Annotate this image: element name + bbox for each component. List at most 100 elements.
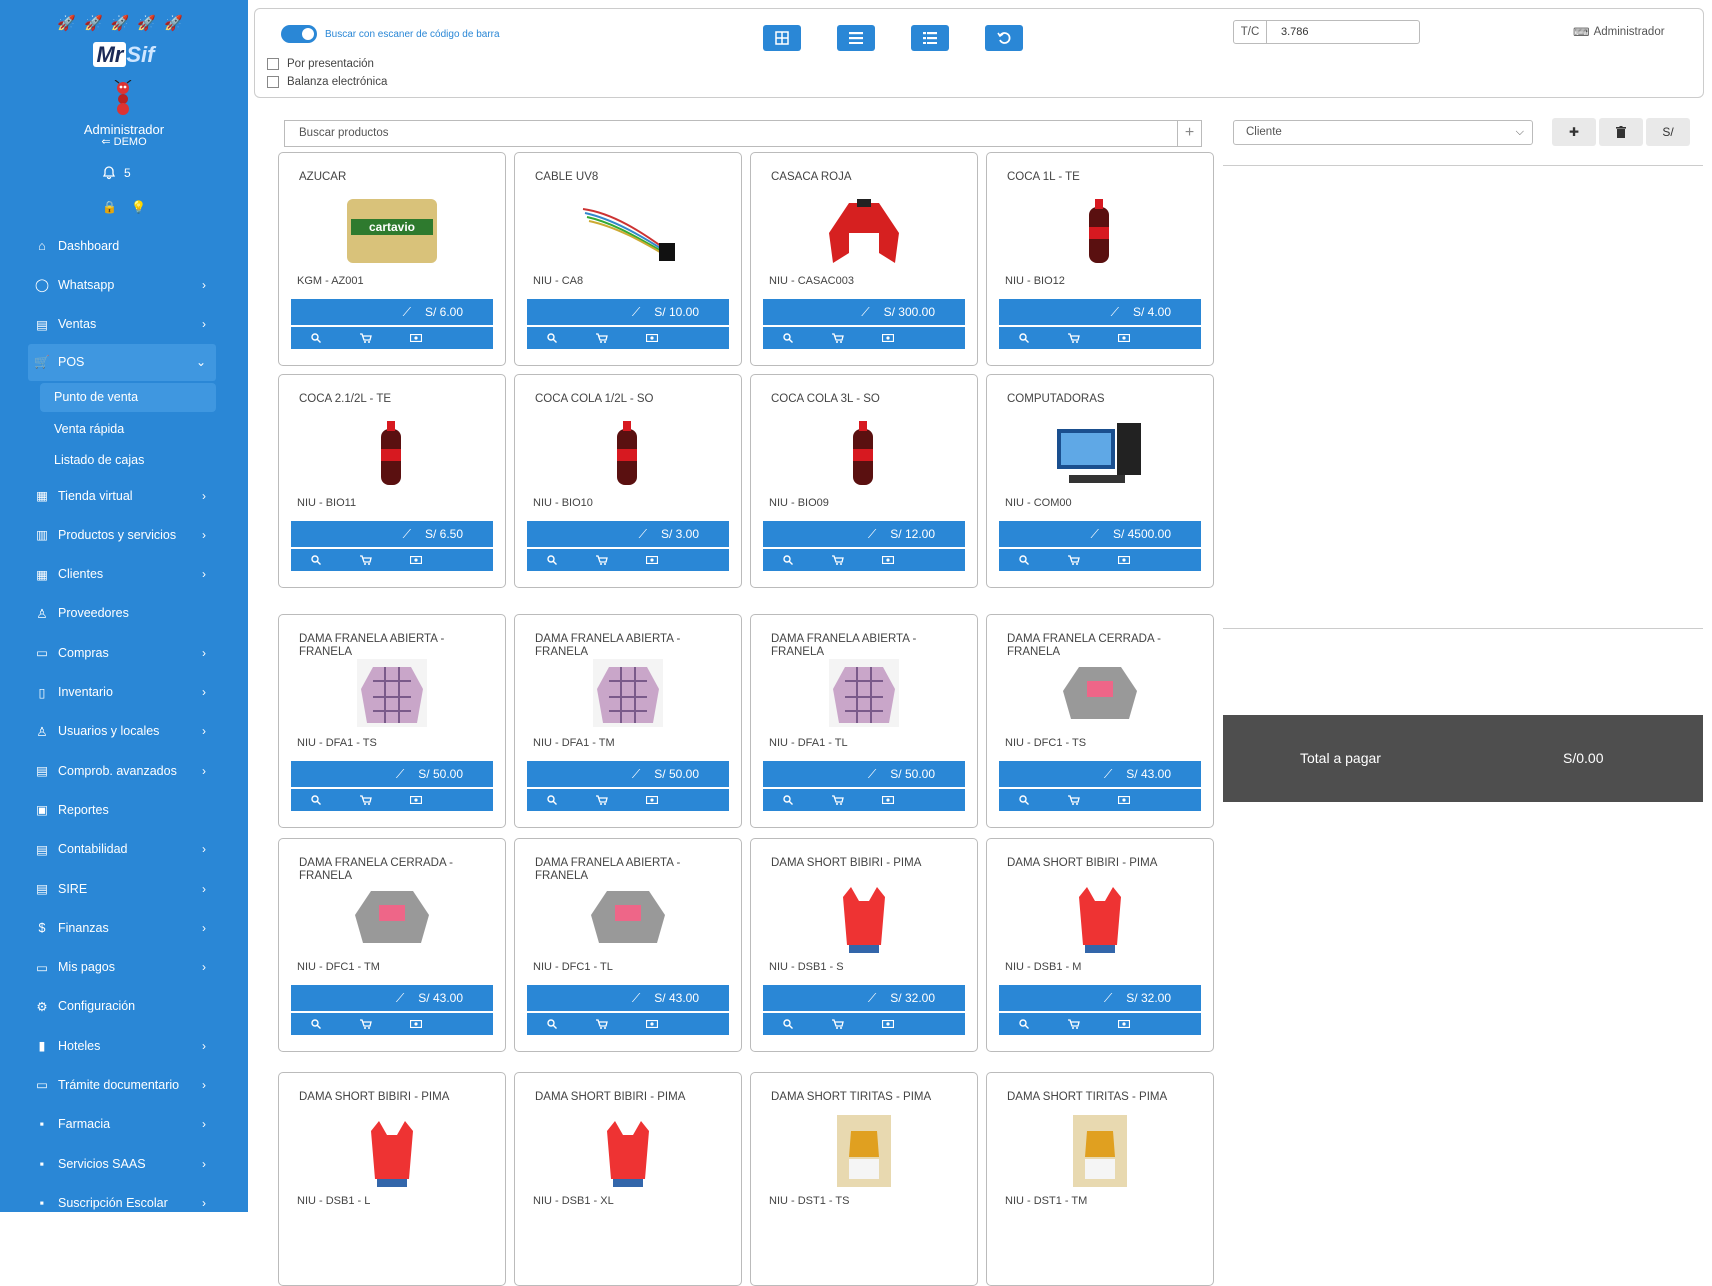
sidebar-item-servicios-saas[interactable]: ▪ Servicios SAAS › bbox=[0, 1144, 248, 1183]
product-card[interactable]: COCA COLA 1/2L - SO NIU - BIO10 ⟋ S/ 3.00 bbox=[514, 374, 742, 588]
product-search-input[interactable]: Buscar productos bbox=[284, 120, 1178, 147]
money-icon[interactable] bbox=[863, 796, 913, 804]
search-icon[interactable] bbox=[527, 1019, 577, 1029]
cart-icon[interactable] bbox=[577, 555, 627, 565]
sidebar-subitem-venta-r-pida[interactable]: Venta rápida bbox=[0, 414, 248, 445]
list-view-button[interactable] bbox=[837, 25, 875, 51]
sidebar-item-mis-pagos[interactable]: ▭ Mis pagos › bbox=[0, 947, 248, 986]
client-select[interactable]: Cliente ⌵ bbox=[1233, 120, 1533, 145]
sidebar-item-configuraci-n[interactable]: ⚙ Configuración bbox=[0, 987, 248, 1026]
sidebar-item-pos[interactable]: 🛒 POS ⌄ bbox=[28, 343, 216, 381]
checkbox-box[interactable] bbox=[267, 58, 279, 70]
by-presentation-checkbox[interactable]: Por presentación bbox=[267, 58, 374, 70]
search-icon[interactable] bbox=[527, 333, 577, 343]
money-icon[interactable] bbox=[391, 796, 441, 804]
product-price-bar[interactable]: ⟋ S/ 12.00 bbox=[763, 521, 965, 547]
product-price-bar[interactable]: ⟋ S/ 10.00 bbox=[527, 299, 729, 325]
money-icon[interactable] bbox=[1099, 796, 1149, 804]
product-price-bar[interactable]: ⟋ S/ 300.00 bbox=[763, 299, 965, 325]
product-card[interactable]: DAMA SHORT TIRITAS - PIMA NIU - DST1 - TM bbox=[986, 1072, 1214, 1286]
search-icon[interactable] bbox=[763, 555, 813, 565]
notifications[interactable]: 5 bbox=[102, 166, 131, 180]
money-icon[interactable] bbox=[391, 1020, 441, 1028]
cart-icon[interactable] bbox=[813, 1019, 863, 1029]
sidebar-subitem-punto-de-venta[interactable]: Punto de venta bbox=[40, 382, 216, 412]
sidebar-item-clientes[interactable]: ▦ Clientes › bbox=[0, 554, 248, 593]
sidebar-item-proveedores[interactable]: ♙ Proveedores bbox=[0, 594, 248, 633]
money-icon[interactable] bbox=[863, 556, 913, 564]
lightbulb-icon[interactable]: 💡 bbox=[131, 200, 146, 214]
cart-icon[interactable] bbox=[1049, 555, 1099, 565]
product-price-bar[interactable]: ⟋ S/ 6.00 bbox=[291, 299, 493, 325]
cart-icon[interactable] bbox=[813, 333, 863, 343]
cart-icon[interactable] bbox=[1049, 795, 1099, 805]
cart-icon[interactable] bbox=[813, 795, 863, 805]
sidebar-item-farmacia[interactable]: ▪ Farmacia › bbox=[0, 1105, 248, 1144]
product-price-bar[interactable]: ⟋ S/ 4500.00 bbox=[999, 521, 1201, 547]
cart-icon[interactable] bbox=[341, 555, 391, 565]
product-card[interactable]: DAMA FRANELA CERRADA - FRANELA NIU - DFC1… bbox=[986, 614, 1214, 828]
money-icon[interactable] bbox=[863, 1020, 913, 1028]
sidebar-item-reportes[interactable]: ▣ Reportes bbox=[0, 790, 248, 829]
brand-logo[interactable]: Mr Sif bbox=[0, 42, 248, 68]
cart-icon[interactable] bbox=[341, 795, 391, 805]
delete-client-button[interactable] bbox=[1599, 118, 1643, 146]
checkbox-box[interactable] bbox=[267, 76, 279, 88]
cart-icon[interactable] bbox=[577, 1019, 627, 1029]
product-price-bar[interactable]: ⟋ S/ 6.50 bbox=[291, 521, 493, 547]
add-client-button[interactable]: ✚ bbox=[1552, 118, 1596, 146]
product-price-bar[interactable]: ⟋ S/ 50.00 bbox=[527, 761, 729, 787]
lock-icon[interactable]: 🔒 bbox=[102, 200, 117, 214]
sidebar-item-tienda-virtual[interactable]: ▦ Tienda virtual › bbox=[0, 476, 248, 515]
money-icon[interactable] bbox=[391, 556, 441, 564]
product-card[interactable]: DAMA FRANELA ABIERTA - FRANELA NIU - DFC1… bbox=[514, 838, 742, 1052]
product-card[interactable]: DAMA SHORT BIBIRI - PIMA NIU - DSB1 - M ⟋ S… bbox=[986, 838, 1214, 1052]
product-price-bar[interactable]: ⟋ S/ 50.00 bbox=[291, 761, 493, 787]
product-price-bar[interactable]: ⟋ S/ 50.00 bbox=[763, 761, 965, 787]
search-icon[interactable] bbox=[527, 795, 577, 805]
product-card[interactable]: DAMA SHORT BIBIRI - PIMA NIU - DSB1 - XL bbox=[514, 1072, 742, 1286]
product-price-bar[interactable]: ⟋ S/ 43.00 bbox=[999, 761, 1201, 787]
money-icon[interactable] bbox=[863, 334, 913, 342]
money-icon[interactable] bbox=[627, 556, 677, 564]
sidebar-item-whatsapp[interactable]: ◯ Whatsapp › bbox=[0, 265, 248, 304]
product-price-bar[interactable]: ⟋ S/ 4.00 bbox=[999, 299, 1201, 325]
product-card[interactable]: DAMA SHORT BIBIRI - PIMA NIU - DSB1 - S ⟋ S… bbox=[750, 838, 978, 1052]
search-icon[interactable] bbox=[999, 1019, 1049, 1029]
money-icon[interactable] bbox=[627, 334, 677, 342]
sidebar-item-hoteles[interactable]: ▮ Hoteles › bbox=[0, 1026, 248, 1065]
cart-icon[interactable] bbox=[813, 555, 863, 565]
cart-icon[interactable] bbox=[577, 333, 627, 343]
product-card[interactable]: DAMA FRANELA ABIERTA - FRANELA NIU - DFA1… bbox=[750, 614, 978, 828]
cart-icon[interactable] bbox=[341, 1019, 391, 1029]
search-icon[interactable] bbox=[999, 555, 1049, 565]
product-card[interactable]: CASACA ROJA NIU - CASAC003 ⟋ S/ 300.00 bbox=[750, 152, 978, 366]
money-icon[interactable] bbox=[1099, 556, 1149, 564]
product-card[interactable]: COCA 1L - TE NIU - BIO12 ⟋ S/ 4.00 bbox=[986, 152, 1214, 366]
detail-list-view-button[interactable] bbox=[911, 25, 949, 51]
search-icon[interactable] bbox=[527, 555, 577, 565]
product-card[interactable]: CABLE UV8 NIU - CA8 ⟋ S/ 10.00 bbox=[514, 152, 742, 366]
sidebar-item-compras[interactable]: ▭ Compras › bbox=[0, 633, 248, 672]
sidebar-item-ventas[interactable]: ▤ Ventas › bbox=[0, 305, 248, 344]
product-price-bar[interactable]: ⟋ S/ 3.00 bbox=[527, 521, 729, 547]
product-card[interactable]: COCA COLA 3L - SO NIU - BIO09 ⟋ S/ 12.00 bbox=[750, 374, 978, 588]
product-card[interactable]: COMPUTADORAS NIU - COM00 ⟋ S/ 4500.00 bbox=[986, 374, 1214, 588]
search-icon[interactable] bbox=[291, 1019, 341, 1029]
product-card[interactable]: DAMA FRANELA CERRADA - FRANELA NIU - DFC1… bbox=[278, 838, 506, 1052]
currency-button[interactable]: S/ bbox=[1646, 118, 1690, 146]
product-card[interactable]: DAMA SHORT BIBIRI - PIMA NIU - DSB1 - L bbox=[278, 1072, 506, 1286]
search-icon[interactable] bbox=[291, 333, 341, 343]
search-icon[interactable] bbox=[763, 1019, 813, 1029]
admin-user[interactable]: ⌨ Administrador bbox=[1573, 25, 1665, 39]
sidebar-item-inventario[interactable]: ▯ Inventario › bbox=[0, 672, 248, 711]
product-card[interactable]: COCA 2.1/2L - TE NIU - BIO11 ⟋ S/ 6.50 bbox=[278, 374, 506, 588]
sidebar-item-finanzas[interactable]: $ Finanzas › bbox=[0, 908, 248, 947]
sidebar-item-tr-mite-documentario[interactable]: ▭ Trámite documentario › bbox=[0, 1065, 248, 1104]
barcode-scanner-toggle[interactable] bbox=[281, 25, 317, 43]
sidebar-item-sire[interactable]: ▤ SIRE › bbox=[0, 869, 248, 908]
money-icon[interactable] bbox=[1099, 1020, 1149, 1028]
cart-icon[interactable] bbox=[1049, 1019, 1099, 1029]
cart-icon[interactable] bbox=[1049, 333, 1099, 343]
money-icon[interactable] bbox=[1099, 334, 1149, 342]
